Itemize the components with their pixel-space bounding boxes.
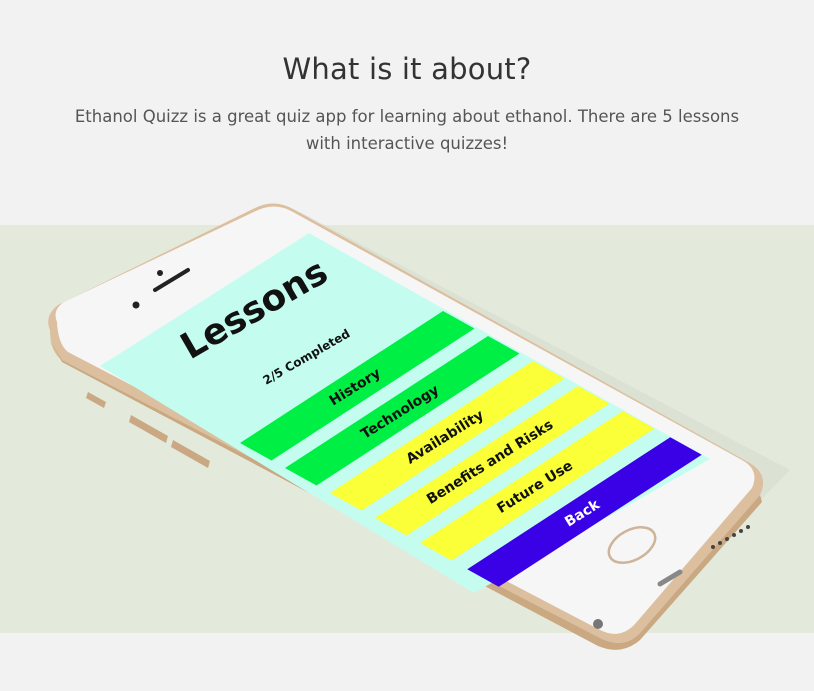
phone-mockup: History Technology Availability Benefits an… [0,0,814,691]
phone-illustration: HistoryTechnologyAvailabilityBenefits an… [48,203,790,650]
